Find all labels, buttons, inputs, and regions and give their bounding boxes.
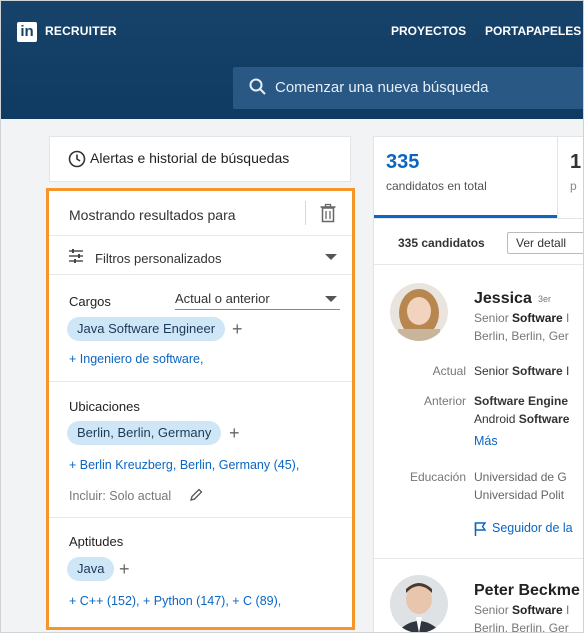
candidate-headline: Senior Software I xyxy=(474,603,570,617)
plus-icon[interactable]: + xyxy=(232,320,243,338)
nav-portapapeles[interactable]: PORTAPAPELES xyxy=(485,24,581,38)
connection-degree: 3er xyxy=(538,294,552,304)
second-label: p xyxy=(570,179,577,193)
candidate-name[interactable]: Jessica xyxy=(474,290,532,308)
chip-cargo[interactable]: Java Software Engineer xyxy=(67,317,226,341)
brand-label: RECRUITER xyxy=(45,24,117,38)
total-label: candidatos en total xyxy=(386,179,487,193)
aptitudes-title: Aptitudes xyxy=(69,534,124,549)
cargo-suggestion[interactable]: + Ingeniero de software, xyxy=(69,352,203,366)
actual-value: Senior Software I xyxy=(474,364,570,378)
alerts-history-label: Alertas e historial de búsquedas xyxy=(90,150,290,166)
chevron-down-icon xyxy=(325,254,337,260)
more-link[interactable]: Más xyxy=(474,434,498,448)
ubicaciones-title: Ubicaciones xyxy=(69,399,140,414)
select-underline xyxy=(175,309,340,310)
anterior-label: Anterior xyxy=(423,394,466,408)
location-suggestion[interactable]: + Berlin Kreuzberg, Berlin, Germany (45)… xyxy=(69,458,299,472)
nav-proyectos[interactable]: PROYECTOS xyxy=(391,24,466,38)
cargos-title: Cargos xyxy=(69,294,111,309)
actual-label: Actual xyxy=(432,364,466,378)
custom-filters-dropdown[interactable]: Filtros personalizados xyxy=(49,237,352,275)
candidate-location: Berlin, Berlin, Ger xyxy=(474,621,569,633)
chevron-down-icon xyxy=(325,296,337,302)
candidate-location: Berlin, Berlin, Ger xyxy=(474,329,569,343)
view-details-button[interactable]: Ver detall xyxy=(507,232,583,254)
search-icon xyxy=(249,78,266,95)
pencil-icon[interactable] xyxy=(189,488,203,502)
sliders-icon xyxy=(69,249,83,263)
avatar[interactable] xyxy=(390,575,448,632)
results-card: 335 candidatos en total 1 p 335 candidat… xyxy=(373,136,583,633)
custom-filters-label: Filtros personalizados xyxy=(95,251,222,266)
clock-icon xyxy=(68,150,86,168)
avatar[interactable] xyxy=(390,283,448,341)
second-count[interactable]: 1 xyxy=(570,151,581,174)
divider xyxy=(305,201,306,225)
candidates-count: 335 candidatos xyxy=(398,236,485,250)
top-navbar: in RECRUITER PROYECTOS PORTAPAPELES Come… xyxy=(1,1,583,119)
candidate-name[interactable]: Peter Beckme xyxy=(474,582,580,600)
filters-header-label: Mostrando resultados para xyxy=(69,207,236,223)
search-bar[interactable]: Comenzar una nueva búsqueda xyxy=(233,67,583,109)
search-input[interactable]: Comenzar una nueva búsqueda xyxy=(275,79,489,96)
education-value-1: Universidad de G xyxy=(474,470,567,484)
total-count[interactable]: 335 xyxy=(386,151,419,174)
filters-header: Mostrando resultados para xyxy=(49,191,352,236)
anterior-value-1: Software Engine xyxy=(474,394,569,408)
follower-link[interactable]: Seguidor de la xyxy=(492,521,573,535)
app-window: in RECRUITER PROYECTOS PORTAPAPELES Come… xyxy=(0,0,584,633)
flag-icon xyxy=(474,522,486,536)
plus-icon[interactable]: + xyxy=(119,560,130,578)
section-aptitudes: Aptitudes Java + + C++ (152), + Python (… xyxy=(49,518,352,628)
skill-suggestion[interactable]: + C++ (152), + Python (147), + C (89), xyxy=(69,594,281,608)
alerts-history-card[interactable]: Alertas e historial de búsquedas xyxy=(49,136,351,182)
section-ubicaciones: Ubicaciones Berlin, Berlin, Germany + + … xyxy=(49,382,352,518)
trash-icon[interactable] xyxy=(319,203,337,223)
linkedin-logo[interactable]: in xyxy=(17,22,37,42)
education-label: Educación xyxy=(409,470,466,484)
results-toolbar: 335 candidatos Ver detall xyxy=(374,219,583,265)
section-cargos: Cargos Actual o anterior Java Software E… xyxy=(49,276,352,382)
chip-skill[interactable]: Java xyxy=(67,557,115,581)
education-value-2: Universidad Polit xyxy=(474,488,565,502)
divider xyxy=(374,558,583,559)
cargos-select[interactable]: Actual o anterior xyxy=(175,291,270,306)
chip-location[interactable]: Berlin, Berlin, Germany xyxy=(67,421,222,445)
include-option[interactable]: Incluir: Solo actual xyxy=(69,489,171,503)
anterior-value-2: Android Software xyxy=(474,412,570,426)
plus-icon[interactable]: + xyxy=(229,424,240,442)
filters-panel: Mostrando resultados para Filtros person… xyxy=(46,188,355,630)
tab-separator xyxy=(557,137,558,218)
candidate-headline: Senior Software I xyxy=(474,311,570,325)
